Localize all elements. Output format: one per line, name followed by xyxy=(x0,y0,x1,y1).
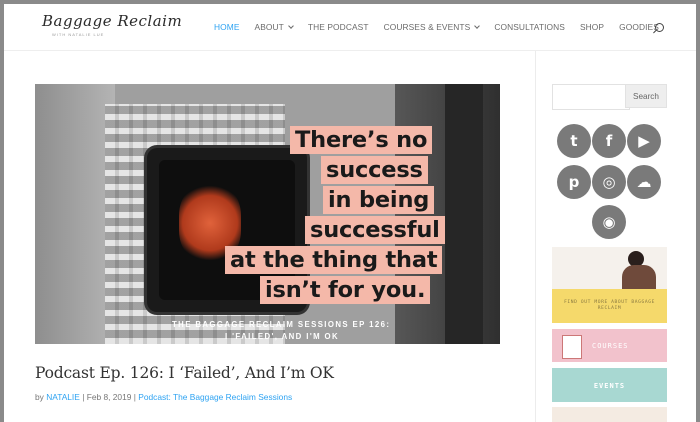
courses-banner-text: COURSES xyxy=(592,342,629,350)
nav-podcast-label: THE PODCAST xyxy=(307,22,369,32)
browser-viewport: Baggage Reclaim WITH NATALIE LUE HOME AB… xyxy=(4,4,696,422)
nav-consultations-label: CONSULTATIONS xyxy=(494,22,565,32)
meta-by: by xyxy=(35,392,44,402)
logo-tagline: WITH NATALIE LUE xyxy=(52,32,105,37)
meta-author-link[interactable]: NATALIE xyxy=(46,392,80,402)
soundcloud-icon[interactable]: ☁ xyxy=(627,165,661,199)
nav-about[interactable]: ABOUT xyxy=(254,20,294,34)
events-banner[interactable]: EVENTS xyxy=(552,368,667,402)
facebook-icon[interactable]: f xyxy=(592,124,626,158)
quote-line: successful xyxy=(305,216,445,244)
person-body xyxy=(622,265,656,289)
nav-the-podcast[interactable]: THE PODCAST xyxy=(308,20,369,34)
podcast-icon[interactable]: ◉ xyxy=(592,205,626,239)
meta-separator: | xyxy=(133,392,136,402)
banner-photo xyxy=(552,247,667,289)
about-banner-text: FIND OUT MORE ABOUT BAGGAGE RECLAIM xyxy=(564,300,655,311)
sidebar-search-input[interactable] xyxy=(552,84,630,110)
about-banner[interactable]: FIND OUT MORE ABOUT BAGGAGE RECLAIM xyxy=(552,247,667,323)
search-icon[interactable] xyxy=(655,23,664,32)
quote-line: in being xyxy=(323,186,435,214)
main-nav: HOME ABOUT THE PODCAST COURSES & EVENTS … xyxy=(214,20,674,34)
meta-category-link[interactable]: Podcast: The Baggage Reclaim Sessions xyxy=(138,392,292,402)
nav-home-label: HOME xyxy=(214,22,240,32)
sidebar-search-button[interactable]: Search xyxy=(625,84,667,108)
meta-date: Feb 8, 2019 xyxy=(86,392,132,402)
featured-image[interactable]: There’s no success in being successful a… xyxy=(35,84,500,344)
courses-banner[interactable]: COURSES xyxy=(552,329,667,362)
quote-line: isn’t for you. xyxy=(260,276,431,304)
nav-shop-label: SHOP xyxy=(579,22,605,32)
quote-line: success xyxy=(321,156,428,184)
youtube-icon[interactable]: ▶ xyxy=(627,124,661,158)
signal-pole xyxy=(445,84,483,344)
site-header: Baggage Reclaim WITH NATALIE LUE HOME AB… xyxy=(4,4,696,51)
quote-line: at the thing that xyxy=(225,246,443,274)
post-meta: by NATALIE | Feb 8, 2019 | Podcast: The … xyxy=(35,392,292,402)
episode-line: I 'FAILED', AND I'M OK xyxy=(225,332,340,341)
site-logo[interactable]: Baggage Reclaim WITH NATALIE LUE xyxy=(42,12,182,42)
instagram-icon[interactable]: ◎ xyxy=(592,165,626,199)
nav-courses-label: COURSES & EVENTS xyxy=(383,22,471,32)
nav-courses-events[interactable]: COURSES & EVENTS xyxy=(383,20,481,34)
nav-shop[interactable]: SHOP xyxy=(580,20,604,34)
events-banner-text: EVENTS xyxy=(593,382,626,390)
calendar-icon xyxy=(562,335,582,359)
pinterest-icon[interactable]: p xyxy=(557,165,591,199)
more-banner[interactable] xyxy=(552,407,667,422)
quote-line: There’s no xyxy=(290,126,433,154)
logo-script: Baggage Reclaim xyxy=(42,12,183,30)
chevron-down-icon xyxy=(288,22,294,29)
chevron-down-icon xyxy=(474,22,481,29)
nav-goodies-label: GOODIES xyxy=(619,22,659,32)
nav-home[interactable]: HOME xyxy=(214,20,240,34)
nav-consultations[interactable]: CONSULTATIONS xyxy=(494,20,565,34)
twitter-icon[interactable]: t xyxy=(557,124,591,158)
post-title[interactable]: Podcast Ep. 126: I ‘Failed’, And I’m OK xyxy=(35,364,334,382)
sidebar-divider xyxy=(535,51,536,422)
building-left xyxy=(35,84,115,344)
nav-about-label: ABOUT xyxy=(254,22,284,32)
meta-separator: | xyxy=(82,392,85,402)
episode-line: THE BAGGAGE RECLAIM SESSIONS EP 126: xyxy=(172,320,391,329)
